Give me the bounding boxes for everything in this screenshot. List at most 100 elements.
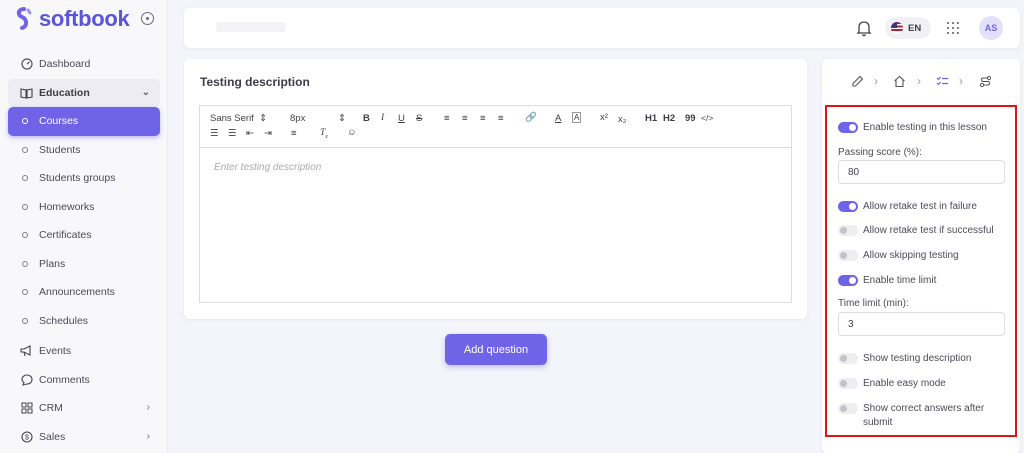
sidebar-item-events[interactable]: Events [8,337,160,366]
sidebar-item-students-groups[interactable]: Students groups [8,164,160,193]
easy-mode-toggle[interactable] [838,378,858,389]
sidebar-item-label: Comments [39,373,90,386]
avatar[interactable]: AS [979,16,1003,40]
show-answers-toggle[interactable] [838,403,858,414]
header-search-placeholder[interactable] [216,22,286,32]
setting-retake-failure[interactable]: Allow retake test in failure [838,201,977,212]
route-icon[interactable] [979,75,992,88]
setting-show-description[interactable]: Show testing description [838,353,971,364]
sidebar-item-plans[interactable]: Plans [8,250,160,279]
strikethrough-icon[interactable]: S [416,113,422,124]
outdent-icon[interactable]: ⇤ [246,128,254,139]
link-icon[interactable]: 🔗 [525,112,537,123]
sidebar-item-announcements[interactable]: Announcements [8,278,160,307]
superscript-icon[interactable]: x² [600,112,608,123]
chevron-right-icon: › [874,74,878,88]
checklist-icon[interactable] [936,75,949,88]
grid-icon [20,402,33,415]
edit-icon[interactable] [851,75,864,88]
testing-description-card: Testing description Sans Serif ⇕ 8px ⇕ B… [184,59,807,319]
sidebar-collapse-icon[interactable] [141,12,154,25]
enable-testing-toggle[interactable] [838,122,858,133]
bullet-list-icon[interactable]: ☰ [228,128,237,139]
setting-retake-success[interactable]: Allow retake test if successful [838,225,994,236]
brand-logo[interactable]: softbook [14,6,130,32]
clear-format-icon[interactable]: Tx [320,128,328,140]
underline-icon[interactable]: U [398,113,405,124]
bold-icon[interactable]: B [363,113,370,124]
chevron-right-icon: › [146,402,150,413]
background-color-icon[interactable]: A [572,112,582,123]
sidebar-item-label: Courses [39,115,79,128]
show-description-toggle[interactable] [838,353,858,364]
sidebar-item-label: Certificates [39,229,92,242]
emoji-icon[interactable]: ☺ [347,127,357,138]
circle-bullet-icon [22,175,28,182]
skip-testing-toggle[interactable] [838,250,858,261]
setting-label: Enable easy mode [863,378,946,389]
chevron-right-icon: › [917,74,921,88]
font-size-arrows-icon[interactable]: ⇕ [338,113,346,124]
code-block-icon[interactable]: </> [701,113,713,123]
sidebar-item-schedules[interactable]: Schedules [8,307,160,336]
retake-success-toggle[interactable] [838,225,858,236]
card-title: Testing description [200,75,310,89]
align-dropdown-icon[interactable]: ≡ [291,128,297,139]
bell-icon[interactable] [856,19,872,37]
editor-toolbar: Sans Serif ⇕ 8px ⇕ B I U S ≡ ≡ ≡ ≡ 🔗 A A… [200,106,791,148]
setting-time-limit[interactable]: Enable time limit [838,275,936,286]
align-center-icon[interactable]: ≡ [462,113,468,124]
circle-bullet-icon [22,118,28,125]
sidebar-item-crm[interactable]: CRM › [8,394,160,423]
text-color-icon[interactable]: A [555,113,561,124]
setting-easy-mode[interactable]: Enable easy mode [838,378,946,389]
align-right-icon[interactable]: ≡ [480,113,486,124]
comment-icon [20,373,33,386]
setting-label: Show correct answers after submit [863,403,985,428]
add-question-button[interactable]: Add question [445,334,547,365]
circle-bullet-icon [22,203,28,210]
chevron-down-icon: ⌄ [141,86,150,98]
sidebar-item-certificates[interactable]: Certificates [8,221,160,250]
language-label: EN [908,22,922,34]
sidebar-item-label: Students groups [39,172,116,185]
setting-label: Allow skipping testing [863,250,959,261]
ordered-list-icon[interactable]: ☰ [210,128,219,139]
time-limit-input[interactable]: 3 [838,312,1005,336]
circle-bullet-icon [22,289,28,296]
heading-1-icon[interactable]: H1 [645,113,657,124]
align-left-icon[interactable]: ≡ [444,113,450,124]
heading-2-icon[interactable]: H2 [663,113,675,124]
italic-icon[interactable]: I [381,113,384,123]
retake-failure-toggle[interactable] [838,201,858,212]
svg-text:$: $ [25,434,29,441]
subscript-icon[interactable]: x₂ [618,114,626,125]
passing-score-input[interactable]: 80 [838,160,1005,184]
sidebar-item-courses[interactable]: Courses [8,107,160,136]
align-justify-icon[interactable]: ≡ [498,113,504,124]
indent-icon[interactable]: ⇥ [264,128,272,139]
blockquote-icon[interactable]: 99 [685,113,696,124]
sidebar-item-dashboard[interactable]: Dashboard [8,50,160,79]
sidebar-item-homeworks[interactable]: Homeworks [8,193,160,222]
rich-text-editor[interactable]: Sans Serif ⇕ 8px ⇕ B I U S ≡ ≡ ≡ ≡ 🔗 A A… [199,105,792,303]
brand-name: softbook [39,6,130,31]
apps-grid-icon[interactable] [947,22,959,34]
font-family-select[interactable]: Sans Serif ⇕ [210,113,267,124]
setting-show-answers[interactable]: Show correct answers after submit [838,402,1008,430]
time-limit-toggle[interactable] [838,275,858,286]
sidebar-item-sales[interactable]: $ Sales › [8,423,160,452]
sidebar-nav: Dashboard Education ⌄ Courses Students S… [8,50,160,451]
setting-enable-testing[interactable]: Enable testing in this lesson [838,122,987,133]
sidebar-item-students[interactable]: Students [8,136,160,165]
setting-label: Enable testing in this lesson [863,122,987,133]
home-icon[interactable] [893,75,906,88]
sidebar-item-education[interactable]: Education ⌄ [8,78,160,107]
language-selector[interactable]: EN [885,17,931,39]
setting-skip-testing[interactable]: Allow skipping testing [838,250,959,261]
sidebar-item-comments[interactable]: Comments [8,366,160,395]
circle-bullet-icon [22,232,28,239]
editor-placeholder[interactable]: Enter testing description [214,162,321,173]
font-size-select[interactable]: 8px [290,113,305,124]
sidebar-item-label: Announcements [39,286,115,299]
